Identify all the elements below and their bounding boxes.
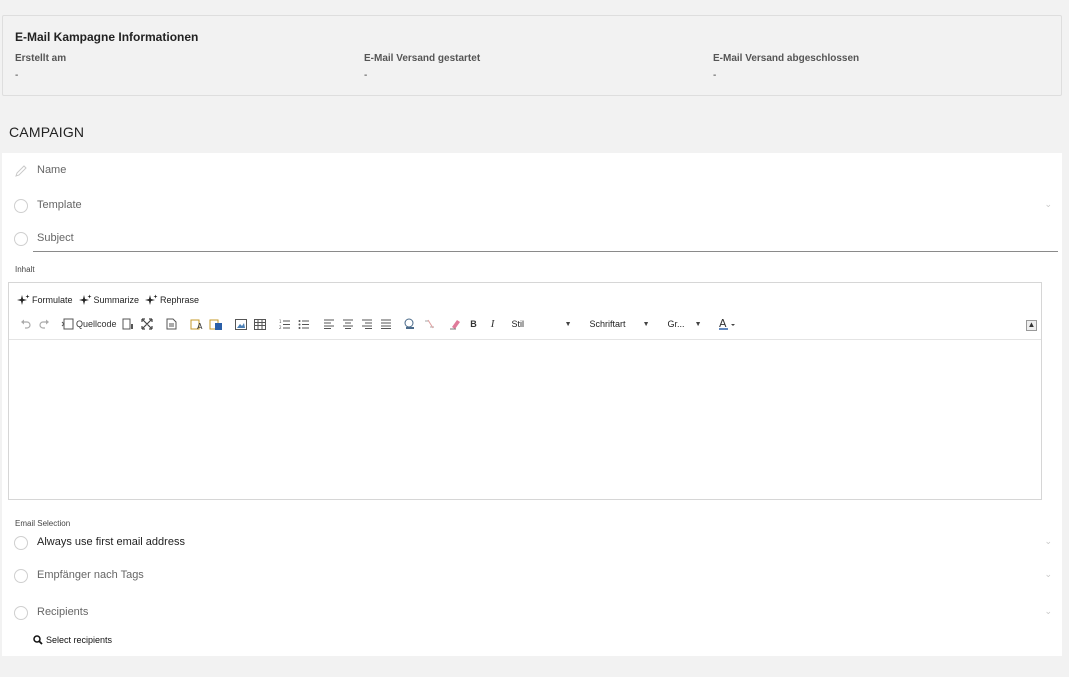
link-icon[interactable]	[403, 316, 419, 332]
sparkle-icon	[145, 294, 158, 305]
info-title: E-Mail Kampagne Informationen	[15, 30, 199, 44]
font-combo[interactable]: Schriftart ▼	[590, 316, 650, 332]
chevron-down-icon: ▼	[694, 320, 702, 328]
formulate-button[interactable]: Formulate	[17, 294, 73, 306]
created-column: Erstellt am -	[15, 53, 345, 81]
finished-label: E-Mail Versand abgeschlossen	[713, 53, 860, 64]
recipients-circle-icon	[14, 606, 28, 620]
created-label: Erstellt am	[15, 53, 67, 64]
subject-underline	[33, 251, 1058, 252]
summarize-label: Summarize	[93, 295, 140, 305]
svg-text:2: 2	[279, 325, 282, 330]
unlink-icon[interactable]	[422, 316, 438, 332]
summarize-button[interactable]: Summarize	[78, 294, 140, 306]
svg-text:1: 1	[279, 319, 282, 324]
align-right-icon[interactable]	[359, 316, 375, 332]
bullet-list-icon[interactable]	[296, 316, 312, 332]
chevron-down-icon[interactable]: ⌄	[1044, 606, 1052, 617]
align-center-icon[interactable]	[340, 316, 356, 332]
editor-content-area[interactable]	[9, 339, 1041, 499]
preview-icon[interactable]	[164, 316, 180, 332]
recipients-tags-select[interactable]: Empfänger nach Tags ⌄	[14, 566, 1056, 588]
select-recipients-label: Select recipients	[46, 635, 113, 645]
subject-label: Subject	[37, 232, 74, 244]
paste-text-icon[interactable]: A	[189, 316, 205, 332]
always-first-label: Always use first email address	[37, 536, 185, 548]
bold-icon[interactable]: B	[466, 316, 482, 332]
name-field[interactable]: Name	[14, 161, 1056, 183]
recipients-label: Recipients	[37, 606, 89, 618]
recipients-tags-label: Empfänger nach Tags	[37, 569, 144, 581]
style-combo[interactable]: Stil ▼	[512, 316, 572, 332]
section-title: CAMPAIGN	[9, 124, 85, 140]
maximize-icon[interactable]	[139, 316, 155, 332]
search-icon	[33, 635, 43, 645]
name-label: Name	[37, 164, 67, 176]
sparkle-icon	[78, 294, 92, 305]
undo-icon[interactable]	[17, 316, 33, 332]
finished-value: -	[713, 70, 717, 81]
recipients-tags-circle-icon	[14, 569, 28, 583]
redo-icon[interactable]	[36, 316, 52, 332]
chevron-down-icon: ▼	[564, 320, 572, 328]
rephrase-label: Rephrase	[160, 295, 200, 305]
rephrase-button[interactable]: Rephrase	[145, 294, 199, 306]
pencil-icon	[14, 164, 28, 178]
select-recipients-button[interactable]: Select recipients	[33, 635, 112, 645]
svg-text:A: A	[719, 318, 727, 330]
paste-word-icon[interactable]	[208, 316, 224, 332]
collapse-toolbar-button[interactable]: ▲	[1026, 320, 1037, 331]
started-label: E-Mail Versand gestartet	[364, 53, 481, 64]
template-circle-icon	[14, 199, 28, 213]
always-first-circle-icon	[14, 536, 28, 550]
size-combo[interactable]: Gr... ▼	[668, 316, 702, 332]
source-label: Quellcode	[76, 319, 117, 329]
editor-toolbar: Quellcode A 12 B I Stil ▼ Schriftart ▼ G…	[17, 316, 1037, 332]
style-combo-label: Stil	[511, 319, 525, 329]
subject-field[interactable]: Subject	[14, 229, 1056, 251]
started-value: -	[364, 70, 368, 81]
finished-column: E-Mail Versand abgeschlossen -	[713, 53, 1043, 81]
numbered-list-icon[interactable]: 12	[277, 316, 293, 332]
subject-circle-icon	[14, 232, 28, 246]
blocks-icon[interactable]	[120, 316, 136, 332]
campaign-form-panel: Name Template ⌄ Subject Inhalt Formulate…	[2, 153, 1062, 656]
chevron-down-icon: ▼	[642, 320, 650, 328]
template-label: Template	[37, 199, 82, 211]
email-selection-label: Email Selection	[15, 519, 71, 528]
formulate-label: Formulate	[32, 295, 73, 305]
image-icon[interactable]	[233, 316, 249, 332]
always-first-email-select[interactable]: Always use first email address ⌄	[14, 533, 1056, 555]
sparkle-icon	[17, 294, 30, 305]
started-column: E-Mail Versand gestartet -	[364, 53, 694, 81]
table-icon[interactable]	[252, 316, 268, 332]
justify-icon[interactable]	[378, 316, 394, 332]
recipients-select[interactable]: Recipients ⌄	[14, 603, 1056, 625]
source-button[interactable]: Quellcode	[61, 316, 117, 332]
text-color-icon[interactable]: A	[718, 316, 736, 332]
chevron-down-icon[interactable]: ⌄	[1044, 199, 1052, 210]
size-combo-label: Gr...	[667, 319, 685, 329]
template-select[interactable]: Template ⌄	[14, 196, 1056, 218]
remove-format-icon[interactable]	[447, 316, 463, 332]
chevron-down-icon[interactable]: ⌄	[1044, 536, 1052, 547]
content-label: Inhalt	[15, 265, 35, 274]
font-combo-label: Schriftart	[589, 319, 626, 329]
campaign-info-card: E-Mail Kampagne Informationen Erstellt a…	[2, 15, 1062, 96]
svg-text:A: A	[197, 322, 203, 330]
content-editor[interactable]: Formulate Summarize Rephrase Quellcode A	[8, 282, 1042, 500]
ai-toolbar: Formulate Summarize Rephrase	[17, 292, 199, 308]
italic-icon[interactable]: I	[485, 316, 501, 332]
source-icon	[61, 318, 74, 330]
created-value: -	[15, 70, 19, 81]
align-left-icon[interactable]	[321, 316, 337, 332]
chevron-down-icon[interactable]: ⌄	[1044, 569, 1052, 580]
